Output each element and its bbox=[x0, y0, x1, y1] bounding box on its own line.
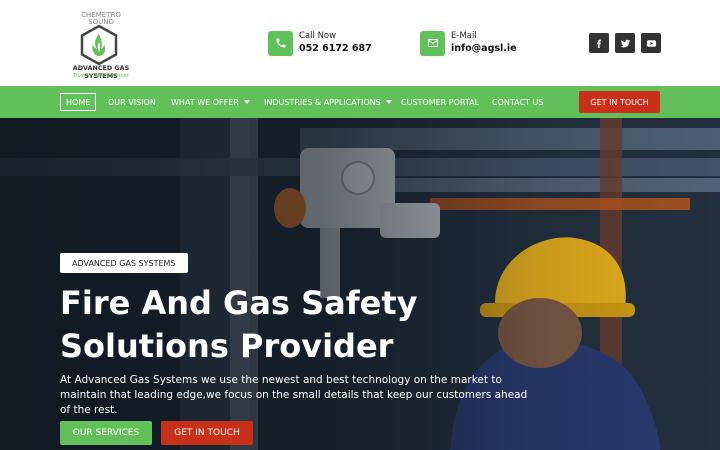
nav-get-in-touch-button[interactable]: GET IN TOUCH bbox=[579, 91, 660, 113]
envelope-icon bbox=[420, 30, 445, 56]
nav-item-industries-label: INDUSTRIES & APPLICATIONS bbox=[264, 97, 381, 107]
nav-item-contact-us[interactable]: CONTACT US bbox=[492, 93, 543, 111]
email-address[interactable]: info@agsl.ie bbox=[451, 42, 517, 55]
hero-title: Fire And Gas Safety Solutions Provider bbox=[60, 284, 418, 365]
nav-item-our-vision[interactable]: OUR VISION bbox=[108, 93, 156, 111]
chevron-down-icon bbox=[243, 100, 250, 104]
social-links bbox=[589, 33, 661, 53]
nav-item-home[interactable]: HOME bbox=[60, 93, 97, 111]
phone-label: Call Now bbox=[299, 31, 337, 41]
phone-number[interactable]: 052 6172 687 bbox=[299, 42, 372, 55]
hero-subtitle: At Advanced Gas Systems we use the newes… bbox=[60, 374, 528, 416]
nav-item-industries[interactable]: INDUSTRIES & APPLICATIONS bbox=[264, 93, 392, 111]
main-navigation: HOME OUR VISION WHAT WE OFFER INDUSTRIES… bbox=[0, 86, 720, 118]
hero-section: ADVANCED GAS SYSTEMS Fire And Gas Safety… bbox=[0, 118, 720, 450]
nav-item-what-we-offer[interactable]: WHAT WE OFFER bbox=[171, 93, 250, 111]
contact-email[interactable]: E-Mail info@agsl.ie bbox=[420, 30, 517, 56]
facebook-icon[interactable] bbox=[589, 33, 609, 53]
nav-item-customer-portal[interactable]: CUSTOMER PORTAL bbox=[401, 93, 479, 111]
our-services-button[interactable]: OUR SERVICES bbox=[60, 421, 152, 445]
site-header: CHEMETRO SOUND ADVANCED GAS SYSTEMS Trus… bbox=[0, 0, 720, 86]
flame-hexagon-icon bbox=[80, 24, 118, 66]
logo-tagline: Trusted Safety Partner bbox=[73, 73, 129, 79]
chevron-down-icon bbox=[385, 100, 392, 104]
hero-get-in-touch-button[interactable]: GET IN TOUCH bbox=[161, 421, 253, 445]
phone-icon bbox=[268, 30, 293, 56]
twitter-icon[interactable] bbox=[615, 33, 635, 53]
nav-item-what-we-offer-label: WHAT WE OFFER bbox=[171, 97, 239, 107]
hero-badge: ADVANCED GAS SYSTEMS bbox=[60, 253, 188, 273]
youtube-icon[interactable] bbox=[641, 33, 661, 53]
email-label: E-Mail bbox=[451, 31, 477, 41]
site-logo[interactable]: CHEMETRO SOUND ADVANCED GAS SYSTEMS Trus… bbox=[58, 6, 144, 82]
contact-phone[interactable]: Call Now 052 6172 687 bbox=[268, 30, 372, 56]
